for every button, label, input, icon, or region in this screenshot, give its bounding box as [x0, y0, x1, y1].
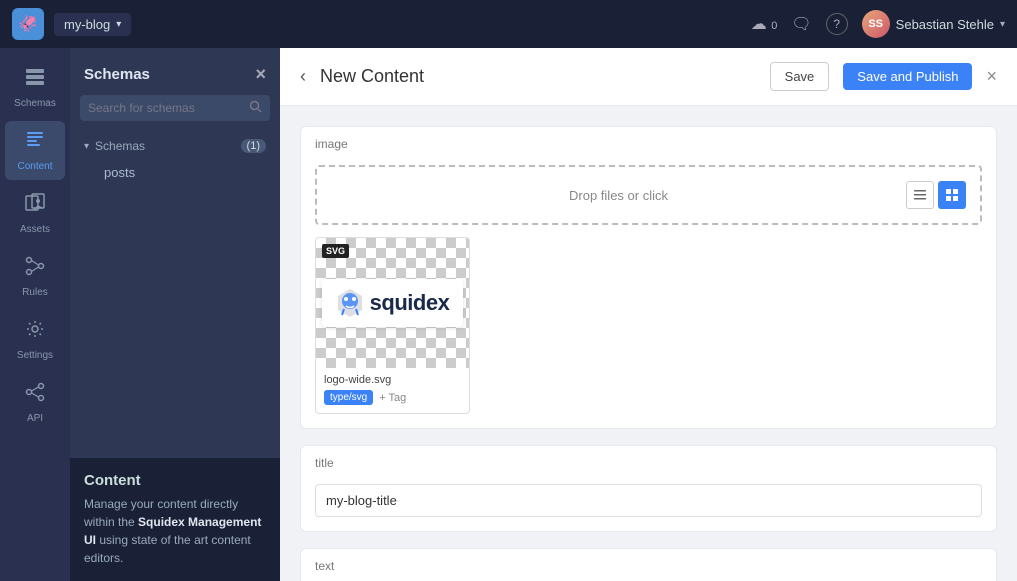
sidebar-panel: Schemas × ▾ Schemas (1) posts Content Ma…: [70, 48, 280, 581]
save-publish-button[interactable]: Save and Publish: [843, 63, 972, 90]
sidebar-search-container: [80, 95, 270, 121]
save-button[interactable]: Save: [770, 62, 830, 91]
sidebar-item-posts[interactable]: posts: [76, 158, 274, 187]
sidebar-item-settings[interactable]: Settings: [5, 310, 65, 369]
section-label: Schemas: [95, 139, 145, 153]
close-button[interactable]: ×: [986, 66, 997, 87]
form-area: image Drop files or click: [280, 106, 1017, 581]
avatar: SS: [862, 10, 890, 38]
tooltip-heading: Content: [84, 472, 266, 489]
title-section: title: [300, 445, 997, 532]
search-icon: [249, 100, 262, 116]
text-section: text B I H ": [300, 548, 997, 581]
image-card[interactable]: SVG: [315, 237, 470, 414]
content-icon: [24, 129, 46, 157]
top-nav-right: ☁ 0 🗨 ? SS Sebastian Stehle ▾: [751, 10, 1005, 38]
tag-add-button[interactable]: + Tag: [379, 392, 406, 404]
squidex-logo-wrapper: squidex: [322, 279, 464, 327]
text-label: text: [301, 549, 996, 577]
sidebar-section-schemas[interactable]: ▾ Schemas (1): [70, 131, 280, 157]
user-name: Sebastian Stehle: [896, 17, 994, 32]
main-layout: Schemas Content: [0, 48, 1017, 581]
assets-label: Assets: [20, 224, 50, 235]
sidebar-item-api[interactable]: API: [5, 373, 65, 432]
image-filename: logo-wide.svg: [316, 368, 469, 388]
user-chevron-icon: ▾: [1000, 19, 1005, 30]
image-section: image Drop files or click: [300, 126, 997, 429]
squidex-logo-text: squidex: [370, 290, 450, 316]
image-label: image: [301, 127, 996, 155]
sidebar-item-assets[interactable]: Assets: [5, 184, 65, 243]
file-type-tag[interactable]: type/svg: [324, 390, 373, 405]
content-header: ‹ New Content Save Save and Publish ×: [280, 48, 1017, 106]
content-label: Content: [17, 161, 52, 172]
editor-toolbar: B I H ": [301, 577, 996, 581]
help-icon[interactable]: ?: [826, 13, 848, 35]
image-preview: SVG: [316, 238, 469, 368]
cloud-icon[interactable]: ☁ 0: [751, 14, 778, 34]
api-label: API: [27, 413, 43, 424]
title-label: title: [301, 446, 996, 474]
app-selector[interactable]: my-blog ▾: [54, 13, 131, 36]
grid-view-button[interactable]: [938, 181, 966, 209]
assets-icon: [24, 192, 46, 220]
settings-label: Settings: [17, 350, 53, 361]
schemas-icon: [24, 66, 46, 94]
list-view-button[interactable]: [906, 181, 934, 209]
title-input-container: [301, 474, 996, 531]
search-input[interactable]: [88, 101, 243, 115]
image-upload-area: Drop files or click: [301, 155, 996, 428]
sidebar-item-content[interactable]: Content: [5, 121, 65, 180]
app-logo[interactable]: 🦑: [12, 8, 44, 40]
main-content: ‹ New Content Save Save and Publish × im…: [280, 48, 1017, 581]
drop-zone-text: Drop files or click: [331, 188, 906, 203]
svg-badge: SVG: [322, 244, 349, 258]
top-nav: 🦑 my-blog ▾ ☁ 0 🗨 ? SS Sebastian Stehle …: [0, 0, 1017, 48]
app-name: my-blog: [64, 17, 110, 32]
page-title: New Content: [320, 66, 756, 87]
sidebar-tooltip: Content Manage your content directly wit…: [70, 458, 280, 581]
sidebar-close-icon[interactable]: ×: [255, 64, 266, 85]
schemas-label: Schemas: [14, 98, 56, 109]
tooltip-text: Manage your content directly within the …: [84, 495, 266, 567]
chevron-down-icon: ▾: [116, 19, 121, 30]
api-icon: [24, 381, 46, 409]
sidebar-panel-title: Schemas: [84, 66, 150, 83]
view-toggle: [906, 181, 966, 209]
sidebar-item-schemas[interactable]: Schemas: [5, 58, 65, 117]
back-button[interactable]: ‹: [300, 66, 306, 87]
drop-zone[interactable]: Drop files or click: [315, 165, 982, 225]
title-input[interactable]: [315, 484, 982, 517]
user-menu[interactable]: SS Sebastian Stehle ▾: [862, 10, 1005, 38]
section-count: (1): [241, 139, 266, 153]
sidebar-panel-header: Schemas ×: [70, 48, 280, 95]
sidebar-icons: Schemas Content: [0, 48, 70, 581]
squidex-logo-svg: [336, 287, 364, 319]
message-icon[interactable]: 🗨: [791, 14, 811, 34]
settings-icon: [24, 318, 46, 346]
rules-label: Rules: [22, 287, 48, 298]
image-tags: type/svg + Tag: [316, 388, 469, 413]
rules-icon: [24, 255, 46, 283]
sidebar-item-rules[interactable]: Rules: [5, 247, 65, 306]
chevron-icon: ▾: [84, 141, 89, 152]
